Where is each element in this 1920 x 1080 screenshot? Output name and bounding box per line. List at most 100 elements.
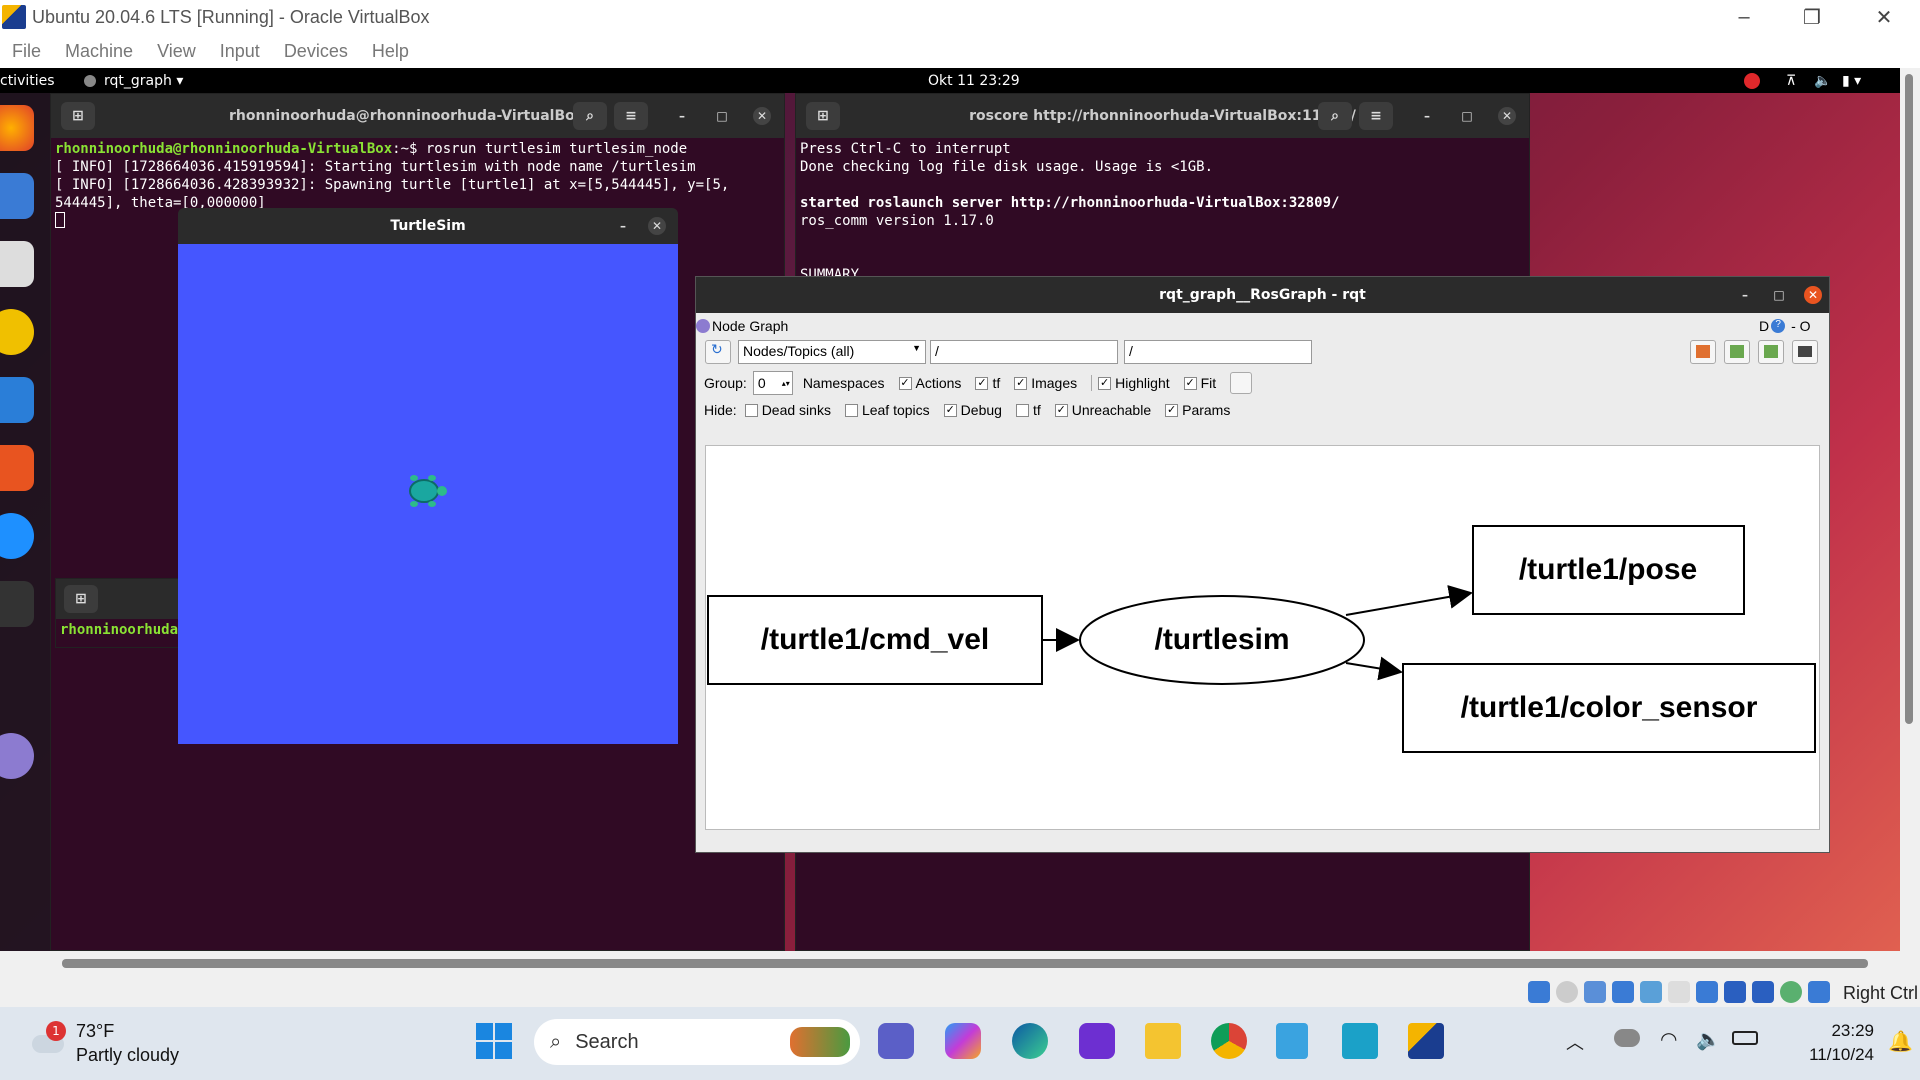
close-icon[interactable]: ✕: [648, 217, 666, 235]
minimize-icon[interactable]: –: [614, 217, 632, 235]
params-checkbox[interactable]: ✓: [1165, 403, 1179, 417]
actions-option[interactable]: ✓ Actions: [898, 375, 961, 391]
thunderbird-icon[interactable]: [0, 173, 34, 219]
new-tab-icon[interactable]: ⊞: [64, 585, 98, 613]
images-option[interactable]: ✓ Images: [1014, 375, 1077, 391]
hide-tf-checkbox[interactable]: [1015, 403, 1029, 417]
menu-icon[interactable]: ≡: [614, 102, 648, 130]
topic-filter-input[interactable]: /: [1124, 340, 1312, 364]
dock-toggle-button[interactable]: D: [1759, 318, 1769, 334]
load-dot-button[interactable]: [1690, 340, 1716, 364]
close-icon[interactable]: ✕: [1848, 0, 1920, 34]
spinner-icon[interactable]: ▴▾: [782, 379, 792, 388]
taskbar-search[interactable]: ⌕ Search: [534, 1019, 860, 1065]
wifi-icon[interactable]: ◠: [1660, 1027, 1677, 1051]
close-icon[interactable]: ✕: [1498, 107, 1516, 125]
storage-icon[interactable]: [1528, 981, 1550, 1003]
save-svg-button[interactable]: [1758, 340, 1784, 364]
writer-icon[interactable]: [0, 377, 34, 423]
do-not-disturb-icon[interactable]: [1744, 73, 1760, 89]
onedrive-icon[interactable]: [1614, 1029, 1640, 1047]
maximize-icon[interactable]: □: [713, 107, 731, 125]
hide-tf-option[interactable]: tf: [1015, 402, 1041, 418]
turtlesim-canvas[interactable]: [178, 244, 678, 744]
menu-devices[interactable]: Devices: [272, 41, 360, 62]
search-icon[interactable]: ⌕: [1318, 102, 1352, 130]
maximize-icon[interactable]: □: [1770, 286, 1788, 304]
minimize-icon[interactable]: –: [1708, 0, 1780, 34]
teams-icon[interactable]: [878, 1023, 914, 1059]
close-icon[interactable]: ✕: [753, 107, 771, 125]
scrollbar-thumb[interactable]: [1905, 74, 1913, 724]
file-explorer-icon[interactable]: [1145, 1023, 1181, 1059]
minimize-icon[interactable]: –: [1418, 107, 1436, 125]
minimize-icon[interactable]: –: [673, 107, 691, 125]
virtualbox-taskbar-icon[interactable]: [1408, 1023, 1444, 1059]
tf-checkbox[interactable]: ✓: [975, 376, 989, 390]
app-menu[interactable]: rqt_graph ▾: [84, 73, 183, 89]
unreachable-checkbox[interactable]: ✓: [1054, 403, 1068, 417]
volume-icon[interactable]: 🔈: [1814, 73, 1831, 89]
rqt-window[interactable]: rqt_graph__RosGraph - rqt – □ ✕ Node Gra…: [695, 276, 1830, 853]
dead-sinks-checkbox[interactable]: [744, 403, 758, 417]
network-icon[interactable]: ⊼: [1786, 73, 1796, 89]
files-icon[interactable]: [0, 241, 34, 287]
network-icon[interactable]: [1612, 981, 1634, 1003]
weather-icon[interactable]: 1: [28, 1021, 68, 1061]
turtlesim-window[interactable]: TurtleSim – ✕: [178, 208, 678, 744]
optical-icon[interactable]: [1556, 981, 1578, 1003]
status-globe-icon[interactable]: [1780, 981, 1802, 1003]
dead-sinks-option[interactable]: Dead sinks: [744, 402, 831, 418]
menu-file[interactable]: File: [0, 41, 53, 62]
new-tab-icon[interactable]: ⊞: [806, 102, 840, 130]
leaf-topics-checkbox[interactable]: [844, 403, 858, 417]
weather-widget[interactable]: 73°F Partly cloudy: [76, 1019, 179, 1067]
power-icon[interactable]: ▮ ▾: [1842, 73, 1861, 89]
menu-view[interactable]: View: [145, 41, 208, 62]
visual-studio-icon[interactable]: [1079, 1023, 1115, 1059]
close-icon[interactable]: ✕: [1804, 286, 1822, 304]
menu-icon[interactable]: ≡: [1359, 102, 1393, 130]
rhythmbox-icon[interactable]: [0, 309, 34, 355]
debug-option[interactable]: ✓ Debug: [943, 402, 1002, 418]
terminal-window-3[interactable]: ⊞ rhonninoorhuda: [55, 578, 185, 648]
new-tab-icon[interactable]: ⊞: [61, 102, 95, 130]
fit-option[interactable]: ✓ Fit: [1183, 375, 1216, 391]
battery-icon[interactable]: [1732, 1031, 1758, 1045]
rqt-dock-icon[interactable]: [0, 733, 34, 779]
activities-button[interactable]: ctivities: [0, 73, 55, 89]
save-dot-button[interactable]: [1724, 340, 1750, 364]
copilot-icon[interactable]: [945, 1023, 981, 1059]
system-clock[interactable]: 23:29 11/10/24: [1770, 1019, 1874, 1067]
speaker-icon[interactable]: 🔈: [1696, 1027, 1721, 1051]
menu-machine[interactable]: Machine: [53, 41, 145, 62]
maximize-icon[interactable]: □: [1458, 107, 1476, 125]
recording-icon[interactable]: [1724, 981, 1746, 1003]
chrome-icon[interactable]: [1211, 1023, 1247, 1059]
edge-icon[interactable]: [1012, 1023, 1048, 1059]
chevron-up-icon[interactable]: ︿: [1566, 1029, 1584, 1055]
params-option[interactable]: ✓ Params: [1165, 402, 1230, 418]
cpu-icon[interactable]: [1752, 981, 1774, 1003]
start-button[interactable]: [476, 1023, 512, 1059]
unreachable-option[interactable]: ✓ Unreachable: [1054, 402, 1151, 418]
help-icon[interactable]: [0, 513, 34, 559]
vertical-scrollbar[interactable]: [1900, 68, 1920, 951]
firefox-icon[interactable]: [0, 105, 34, 151]
highlight-option[interactable]: ✓ Highlight: [1091, 375, 1170, 391]
horizontal-scrollbar-thumb[interactable]: [62, 959, 1868, 968]
vscode-icon[interactable]: [1342, 1023, 1378, 1059]
search-icon[interactable]: ⌕: [573, 102, 607, 130]
clock[interactable]: Okt 11 23:29: [928, 73, 1020, 89]
save-image-button[interactable]: [1792, 340, 1818, 364]
fit-checkbox[interactable]: ✓: [1183, 376, 1197, 390]
namespaces-option[interactable]: Namespaces: [803, 375, 885, 391]
menu-help[interactable]: Help: [360, 41, 421, 62]
graph-mode-select[interactable]: Nodes/Topics (all) ▼: [738, 340, 926, 364]
debug-checkbox[interactable]: ✓: [943, 403, 957, 417]
fit-in-view-button[interactable]: [1230, 372, 1253, 394]
minimize-icon[interactable]: –: [1736, 286, 1754, 304]
display-icon[interactable]: [1696, 981, 1718, 1003]
notification-bell-icon[interactable]: 🔔: [1888, 1029, 1913, 1053]
images-checkbox[interactable]: ✓: [1014, 376, 1028, 390]
